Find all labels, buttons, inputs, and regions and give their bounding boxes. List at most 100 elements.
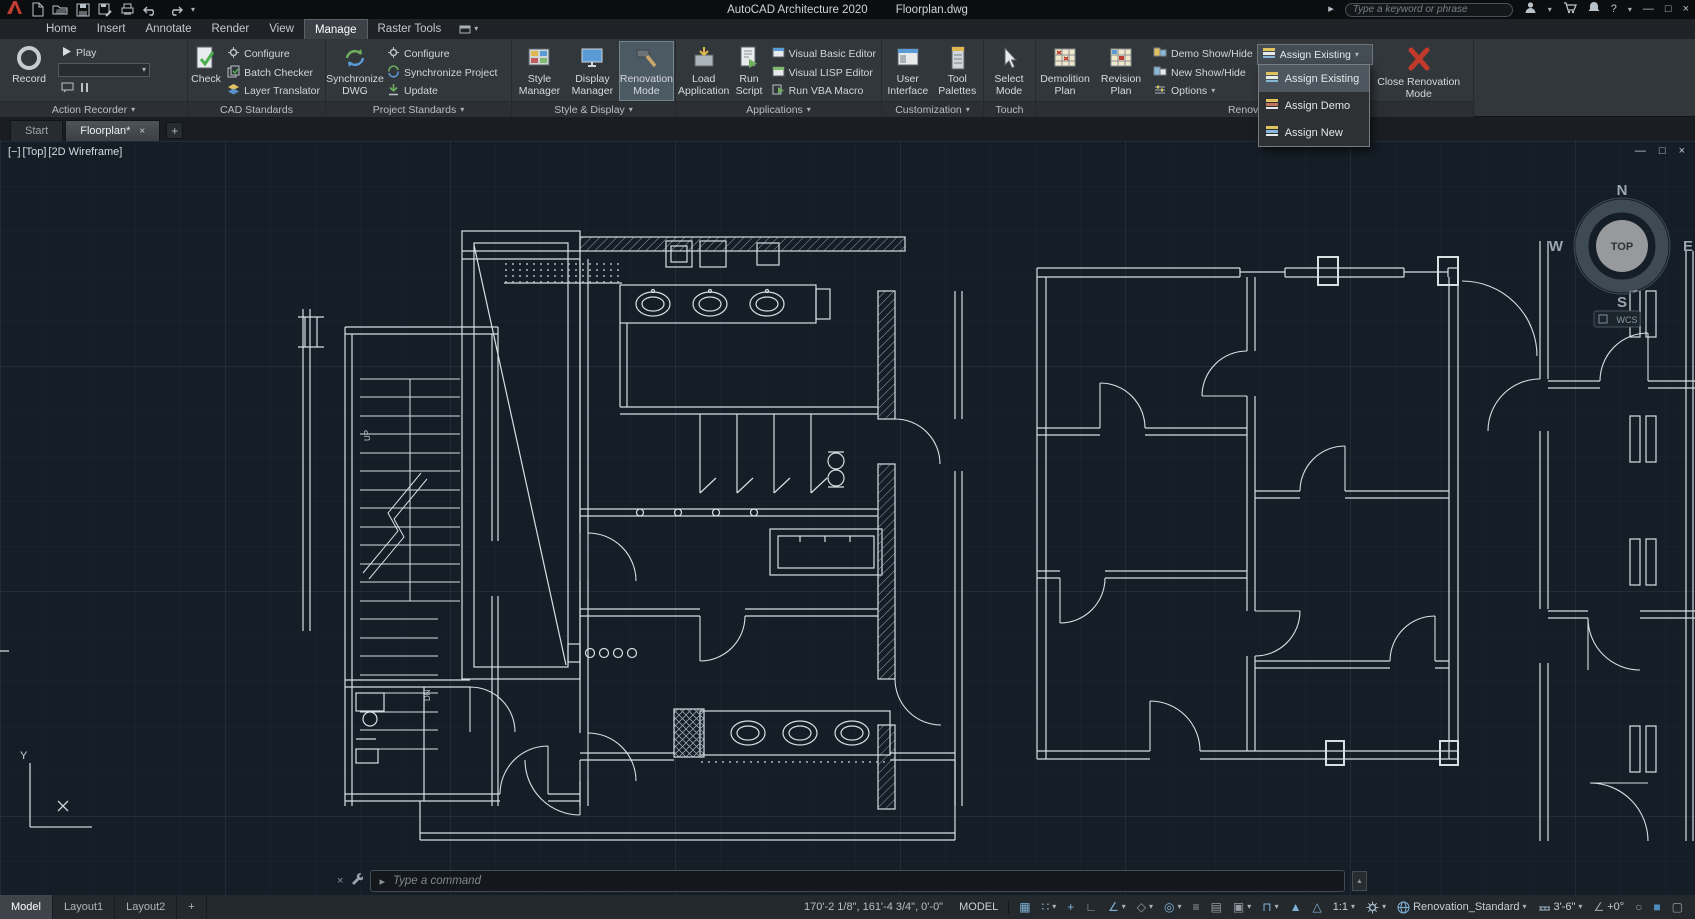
coordinates-display[interactable]: 170'-2 1/8", 161'-4 3/4", 0'-0" [795, 901, 952, 913]
panel-label-applications[interactable]: Applications ▾ [676, 101, 881, 117]
synchronize-project-button[interactable]: Synchronize Project [384, 64, 500, 82]
graphics-performance-icon[interactable]: ■ [1649, 897, 1664, 917]
viewport-minimize-control[interactable]: [−] [8, 146, 21, 158]
autocad-logo-icon[interactable] [6, 0, 23, 20]
model-space-button[interactable]: MODEL [955, 897, 1002, 917]
tab-start[interactable]: Start [10, 120, 64, 141]
configure-standards-button[interactable]: Configure [224, 45, 323, 63]
viewport-minimize-icon[interactable]: — [1635, 145, 1646, 157]
visual-lisp-editor-button[interactable]: Visual LISP Editor [769, 64, 879, 82]
demolition-plan-button[interactable]: Demolition Plan [1038, 42, 1092, 100]
isodraft-icon[interactable]: ◇ ▾ [1133, 897, 1157, 917]
sign-in-icon[interactable] [1524, 1, 1537, 19]
compass-south-label[interactable]: S [1617, 294, 1627, 311]
autoscale-icon[interactable]: △ [1309, 897, 1326, 917]
command-customize-icon[interactable] [350, 872, 365, 890]
batch-checker-button[interactable]: Batch Checker [224, 64, 323, 82]
drawing-canvas[interactable]: [−] [Top] [2D Wireframe] — □ × UP DN N W… [0, 141, 1695, 895]
check-standards-button[interactable]: Check [190, 42, 222, 100]
save-icon[interactable] [76, 3, 90, 17]
menu-item-assign-new[interactable]: Assign New [1259, 119, 1369, 146]
panel-label-action-recorder[interactable]: Action Recorder ▾ [0, 101, 187, 117]
viewport-restore-icon[interactable]: □ [1659, 145, 1666, 157]
view-compass[interactable]: N W E S TOP WCS [1549, 182, 1693, 328]
close-window-icon[interactable]: × [1683, 4, 1689, 15]
tab-insert[interactable]: Insert [87, 19, 136, 39]
panel-label-touch[interactable]: Touch [984, 101, 1035, 117]
transparency-icon[interactable]: ▤ [1207, 897, 1226, 917]
plot-icon[interactable] [120, 3, 135, 16]
cut-plane-selector[interactable]: 3'-6" ▾ [1534, 897, 1587, 917]
viewport-view-control[interactable]: [Top] [23, 146, 47, 158]
compass-east-label[interactable]: E [1683, 238, 1693, 255]
configure-project-button[interactable]: Configure [384, 45, 500, 63]
layout-tab-layout2[interactable]: Layout2 [115, 895, 178, 919]
minimize-window-icon[interactable]: — [1643, 4, 1654, 15]
select-mode-button[interactable]: Select Mode [986, 42, 1032, 100]
command-history-scroll-icon[interactable]: ▲ [1352, 871, 1367, 891]
command-input[interactable] [392, 875, 1336, 887]
search-expand-icon[interactable]: ▸ [1328, 4, 1334, 15]
layout-tab-model[interactable]: Model [0, 895, 53, 919]
tab-floorplan[interactable]: Floorplan* × [65, 120, 161, 141]
insert-message-icon[interactable] [61, 80, 74, 98]
ribbon-display-toggle[interactable]: ▾ [451, 19, 486, 39]
compass-north-label[interactable]: N [1617, 182, 1628, 199]
snap-icon[interactable]: ∷ ▾ [1038, 897, 1061, 917]
assign-existing-button[interactable]: Assign Existing ▾ [1256, 44, 1373, 65]
undo-icon[interactable] [143, 4, 159, 16]
renovation-mode-button[interactable]: Renovation Mode [618, 41, 675, 101]
new-show-hide-button[interactable]: New Show/Hide [1150, 64, 1256, 82]
viewport-visual-style-control[interactable]: [2D Wireframe] [48, 146, 122, 158]
viewport-close-icon[interactable]: × [1679, 145, 1685, 157]
revision-plan-button[interactable]: Revision Plan [1094, 42, 1148, 100]
run-script-button[interactable]: Run Script [731, 42, 766, 100]
save-as-icon[interactable] [98, 3, 112, 17]
autosnap-icon[interactable]: ◎ ▾ [1160, 897, 1186, 917]
style-manager-button[interactable]: Style Manager [514, 42, 565, 100]
qat-menu-icon[interactable]: ▾ [191, 5, 195, 14]
panel-label-cad-standards[interactable]: CAD Standards [188, 101, 325, 117]
grid-icon[interactable]: ▦ [1015, 897, 1034, 917]
add-layout-button[interactable]: + [177, 895, 207, 919]
run-vba-macro-button[interactable]: Run VBA Macro [769, 82, 879, 100]
layout-tab-layout1[interactable]: Layout1 [53, 895, 116, 919]
tab-raster-tools[interactable]: Raster Tools [368, 19, 452, 39]
help-icon[interactable]: ? [1611, 4, 1617, 15]
isolate-objects-icon[interactable]: ○ [1631, 897, 1646, 917]
maximize-window-icon[interactable]: □ [1665, 4, 1672, 15]
notification-bell-icon[interactable] [1588, 1, 1600, 19]
layer-translator-button[interactable]: Layer Translator [224, 82, 323, 100]
tab-annotate[interactable]: Annotate [135, 19, 201, 39]
display-manager-button[interactable]: Display Manager [567, 42, 618, 100]
lineweight-icon[interactable]: ≡ [1189, 897, 1204, 917]
menu-item-assign-demo[interactable]: Assign Demo [1259, 92, 1369, 119]
selection-cycling-icon[interactable]: ▣ ▾ [1229, 897, 1255, 917]
open-file-icon[interactable] [52, 3, 68, 16]
insert-pause-icon[interactable] [80, 80, 90, 98]
new-file-icon[interactable] [31, 2, 44, 17]
record-button[interactable]: Record [2, 42, 56, 100]
polar-tracking-icon[interactable]: ∠ ▾ [1104, 897, 1130, 917]
panel-label-renovation[interactable]: Renovation [1036, 101, 1473, 117]
search-field[interactable] [1344, 2, 1513, 17]
rotation-indicator[interactable]: ∠ +0° [1589, 897, 1628, 917]
clean-screen-icon[interactable]: ▢ [1668, 897, 1687, 917]
renovation-workspace-selector[interactable]: Renovation_Standard ▾ [1393, 897, 1530, 917]
panel-label-project-standards[interactable]: Project Standards ▾ [326, 101, 511, 117]
close-tab-icon[interactable]: × [139, 126, 145, 137]
visual-basic-editor-button[interactable]: Visual Basic Editor [769, 45, 879, 63]
tab-view[interactable]: View [259, 19, 304, 39]
command-input-wrap[interactable]: ▸ [370, 870, 1345, 892]
menu-item-assign-existing[interactable]: Assign Existing [1258, 65, 1369, 92]
annotation-visibility-icon[interactable]: ▲ [1286, 897, 1306, 917]
renovation-options-button[interactable]: Options ▾ [1150, 82, 1256, 100]
update-standards-button[interactable]: Update [384, 82, 500, 100]
ortho-icon[interactable]: ∟ [1081, 897, 1101, 917]
search-input[interactable] [1352, 4, 1505, 15]
sign-in-caret-icon[interactable]: ▾ [1548, 5, 1552, 14]
user-interface-button[interactable]: User Interface [884, 42, 932, 100]
new-drawing-tab-button[interactable]: + [166, 122, 184, 139]
redo-icon[interactable] [167, 4, 183, 16]
osnap-icon[interactable]: ⊓ ▾ [1258, 897, 1282, 917]
